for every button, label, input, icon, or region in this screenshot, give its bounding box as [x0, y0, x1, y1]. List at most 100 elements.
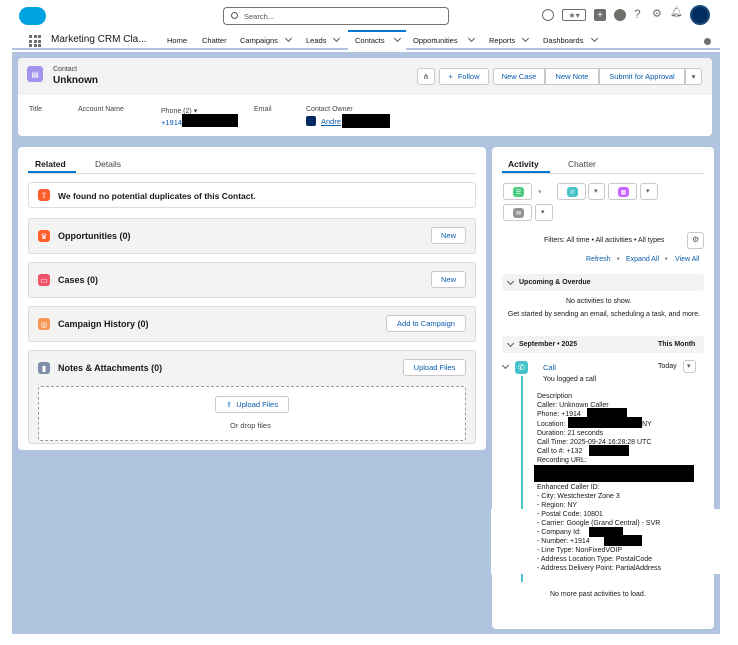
upload-dropzone[interactable]: [38, 386, 466, 441]
setup-trailhead-icon[interactable]: [542, 9, 554, 21]
log-call-button[interactable]: ✆: [557, 183, 586, 200]
get-started-text: Get started by sending an email, schedul…: [507, 311, 701, 318]
tab-divider: [28, 173, 476, 174]
no-more-activities-text: No more past activities to load.: [550, 591, 646, 598]
view-all-link[interactable]: View All: [675, 256, 699, 263]
submit-for-approval-button[interactable]: Submit for Approval: [599, 68, 685, 85]
more-actions-button[interactable]: ▾: [685, 68, 702, 85]
add-icon[interactable]: +: [594, 9, 606, 21]
email-icon: ✉: [513, 208, 524, 218]
desc-line: - Company Id:: [537, 529, 581, 536]
upload-files-header-button[interactable]: Upload Files: [403, 359, 466, 376]
refresh-link[interactable]: Refresh: [586, 256, 611, 263]
new-event-button[interactable]: ▦: [608, 183, 637, 200]
nav-item-contacts[interactable]: Contacts: [355, 36, 385, 45]
field-title-label: Title: [29, 106, 42, 113]
opportunity-icon: ♛: [38, 230, 50, 242]
new-case-button[interactable]: New Case: [493, 68, 545, 85]
no-activities-text: No activities to show.: [566, 298, 632, 305]
desc-line: - Carrier: Google (Grand Central) - SVR: [537, 520, 661, 527]
favorites-star-icon[interactable]: ★▾: [562, 9, 586, 21]
help-icon[interactable]: ?: [634, 7, 641, 21]
field-account-label: Account Name: [78, 106, 124, 113]
new-note-button[interactable]: New Note: [545, 68, 599, 85]
tab-related[interactable]: Related: [35, 159, 66, 169]
hierarchy-button[interactable]: ⋔: [417, 68, 435, 85]
bullet: •: [617, 256, 620, 263]
field-phone-value[interactable]: +1914: [161, 118, 182, 127]
salesforce-logo[interactable]: [19, 7, 46, 25]
new-opportunity-button[interactable]: New: [431, 227, 466, 244]
task-menu-button[interactable]: ▾: [538, 188, 542, 196]
desc-line: Description: [537, 393, 573, 400]
desc-line: - City: Westchester Zone 3: [537, 493, 620, 500]
nav-item-reports[interactable]: Reports: [489, 36, 515, 45]
field-owner-value[interactable]: Andre: [321, 117, 341, 126]
trailhead-icon[interactable]: [614, 9, 626, 21]
notes-attachments-title[interactable]: Notes & Attachments (0): [58, 363, 162, 373]
desc-line: Location:: [537, 421, 566, 428]
filters-text: Filters: All time • All activities • All…: [544, 237, 665, 244]
search-input[interactable]: Search...: [244, 12, 274, 21]
avatar[interactable]: [690, 5, 710, 25]
redaction-bar: [604, 535, 642, 546]
call-title-link[interactable]: Call: [543, 363, 556, 372]
new-task-button[interactable]: ☰: [503, 183, 532, 200]
gear-icon: ⚙: [692, 235, 700, 244]
bell-icon[interactable]: 🔔︎: [670, 7, 683, 18]
redaction-bar: [568, 417, 642, 428]
filter-settings-button[interactable]: ⚙: [687, 232, 704, 249]
follow-button[interactable]: + Follow: [439, 68, 489, 85]
expand-all-link[interactable]: Expand All: [626, 256, 659, 263]
owner-avatar: [306, 116, 316, 126]
tab-divider: [502, 173, 704, 174]
nav-item-home[interactable]: Home: [167, 36, 187, 45]
email-menu-button[interactable]: ▾: [535, 204, 553, 221]
desc-line: - Region: NY: [537, 502, 578, 509]
call-icon: ✆: [515, 361, 528, 374]
search-box[interactable]: Search...: [223, 7, 449, 25]
search-icon: [231, 12, 238, 19]
case-icon: ▭: [38, 274, 50, 286]
desc-line: - Address Location Type: PostalCode: [537, 556, 653, 563]
record-name: Unknown: [53, 75, 98, 86]
drop-files-text: Or drop files: [230, 421, 271, 430]
app-launcher-icon[interactable]: [29, 35, 41, 47]
campaign-history-title[interactable]: Campaign History (0): [58, 319, 149, 329]
nav-item-dashboards[interactable]: Dashboards: [543, 36, 583, 45]
nav-item-chatter[interactable]: Chatter: [202, 36, 227, 45]
tab-activity[interactable]: Activity: [508, 159, 539, 169]
calendar-icon: ▦: [618, 187, 629, 197]
field-email-label: Email: [254, 106, 272, 113]
desc-line: - Line Type: NonFixedVOIP: [537, 547, 623, 554]
field-owner-label: Contact Owner: [306, 106, 353, 113]
global-header: Search... ★▾ + ? ⚙ 🔔︎: [0, 0, 738, 30]
call-menu-button[interactable]: ▾: [588, 183, 605, 200]
contact-icon: ▤: [27, 66, 43, 82]
info-icon[interactable]: [704, 38, 711, 45]
tab-chatter[interactable]: Chatter: [568, 159, 596, 169]
send-email-button[interactable]: ✉: [503, 204, 532, 221]
desc-line: - Postal Code: 10801: [537, 511, 603, 518]
duplicates-text: We found no potential duplicates of this…: [58, 191, 256, 201]
upload-files-button[interactable]: ⇪ Upload Files: [215, 396, 289, 413]
new-case-related-button[interactable]: New: [431, 271, 466, 288]
opportunities-title[interactable]: Opportunities (0): [58, 231, 131, 241]
object-label: Contact: [53, 66, 78, 73]
gear-icon[interactable]: ⚙: [652, 7, 662, 20]
desc-line: Call to #: +132: [537, 448, 583, 455]
app-name: Marketing CRM Cla...: [51, 34, 147, 45]
call-menu-button[interactable]: ▾: [683, 360, 696, 373]
call-date: Today: [658, 363, 677, 370]
nav-item-leads[interactable]: Leads: [306, 36, 326, 45]
nav-item-campaigns[interactable]: Campaigns: [240, 36, 278, 45]
desc-line: Recording URL:: [537, 457, 587, 464]
tab-details[interactable]: Details: [95, 159, 121, 169]
nav-item-opportunities[interactable]: Opportunities: [413, 36, 458, 45]
notes-icon: ▮: [38, 362, 50, 374]
cases-title[interactable]: Cases (0): [58, 275, 98, 285]
redaction-bar: [182, 114, 238, 127]
campaign-icon: ◎: [38, 318, 50, 330]
add-to-campaign-button[interactable]: Add to Campaign: [386, 315, 466, 332]
event-menu-button[interactable]: ▾: [640, 183, 658, 200]
